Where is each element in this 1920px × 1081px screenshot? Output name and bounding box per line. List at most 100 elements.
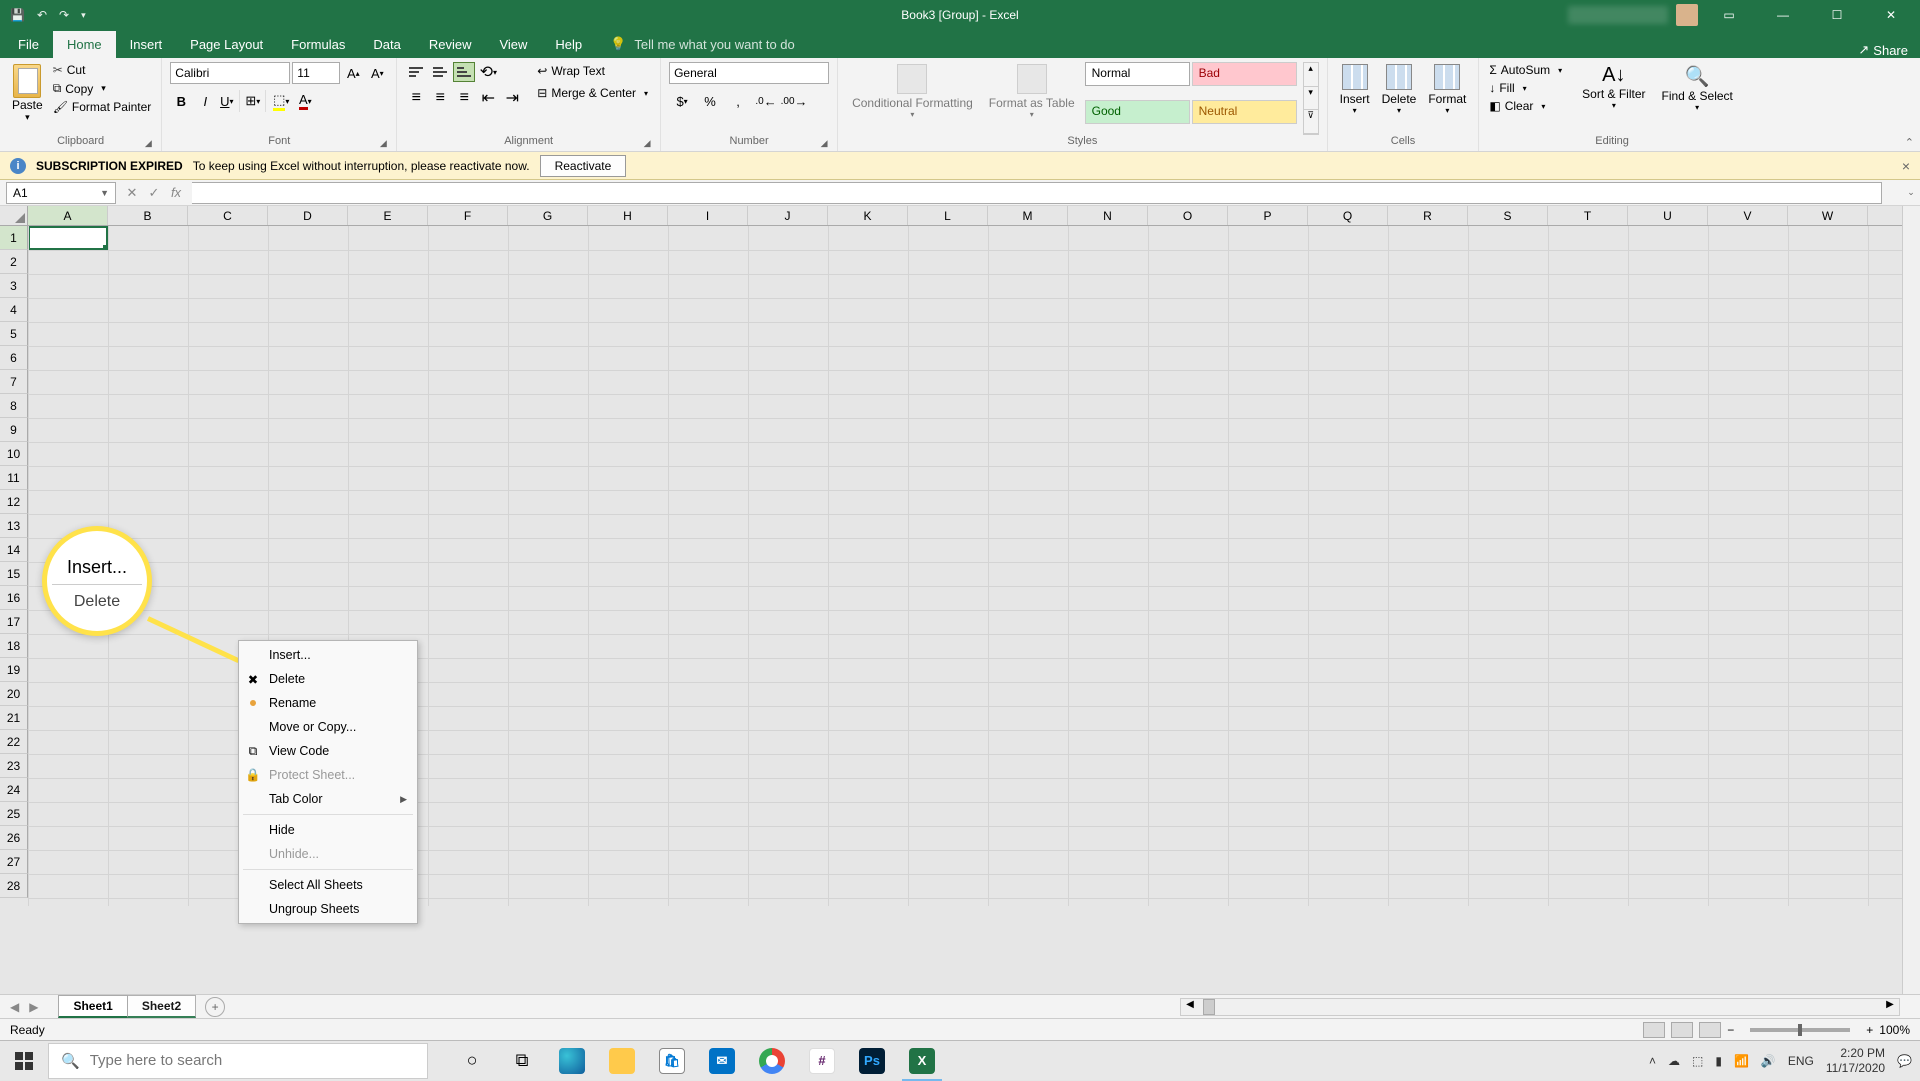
- subscription-close-icon[interactable]: ×: [1902, 158, 1910, 174]
- cm-rename[interactable]: Rename: [239, 691, 417, 715]
- conditional-formatting-button[interactable]: Conditional Formatting▾: [846, 62, 979, 135]
- wrap-text-button[interactable]: ↩Wrap Text: [533, 62, 652, 80]
- row-header-27[interactable]: 27: [0, 850, 28, 874]
- row-header-9[interactable]: 9: [0, 418, 28, 442]
- page-layout-view-button[interactable]: [1671, 1022, 1693, 1038]
- row-header-6[interactable]: 6: [0, 346, 28, 370]
- paste-button[interactable]: Paste ▾: [8, 62, 47, 135]
- col-header-B[interactable]: B: [108, 206, 188, 225]
- row-header-7[interactable]: 7: [0, 370, 28, 394]
- row-header-23[interactable]: 23: [0, 754, 28, 778]
- col-header-W[interactable]: W: [1788, 206, 1868, 225]
- fill-color-button[interactable]: ⬚▾: [270, 90, 292, 112]
- col-header-U[interactable]: U: [1628, 206, 1708, 225]
- tab-page-layout[interactable]: Page Layout: [176, 31, 277, 58]
- autosum-button[interactable]: ΣAutoSum▾: [1487, 62, 1564, 78]
- style-gallery-scroll[interactable]: ▴▾⊽: [1303, 62, 1319, 135]
- format-painter-button[interactable]: 🖌Format Painter: [51, 99, 154, 115]
- undo-icon[interactable]: ↶: [37, 8, 47, 22]
- col-header-N[interactable]: N: [1068, 206, 1148, 225]
- increase-decimal-button[interactable]: .0←: [753, 90, 779, 112]
- format-as-table-button[interactable]: Format as Table▾: [983, 62, 1081, 135]
- row-header-16[interactable]: 16: [0, 586, 28, 610]
- col-header-H[interactable]: H: [588, 206, 668, 225]
- row-header-3[interactable]: 3: [0, 274, 28, 298]
- volume-icon[interactable]: 🔊: [1761, 1054, 1776, 1068]
- align-center-button[interactable]: ≡: [429, 88, 451, 108]
- redo-icon[interactable]: ↷: [59, 8, 69, 22]
- photoshop-icon[interactable]: Ps: [848, 1041, 896, 1081]
- save-icon[interactable]: 💾: [10, 8, 25, 22]
- comma-format-button[interactable]: ,: [725, 90, 751, 112]
- new-sheet-button[interactable]: +: [205, 997, 225, 1017]
- maximize-button[interactable]: ☐: [1814, 0, 1860, 30]
- wifi-icon[interactable]: 📶: [1734, 1054, 1749, 1068]
- cm-tab-color[interactable]: Tab Color▶: [239, 787, 417, 811]
- page-break-view-button[interactable]: [1699, 1022, 1721, 1038]
- dropbox-icon[interactable]: ⬚: [1692, 1054, 1703, 1068]
- slack-icon[interactable]: #: [798, 1041, 846, 1081]
- row-header-12[interactable]: 12: [0, 490, 28, 514]
- expand-formula-bar-icon[interactable]: ⌄: [1902, 182, 1920, 204]
- formula-input[interactable]: [192, 182, 1882, 204]
- col-header-K[interactable]: K: [828, 206, 908, 225]
- border-button[interactable]: ⊞ ▾: [244, 90, 266, 112]
- style-neutral[interactable]: Neutral: [1192, 100, 1297, 124]
- col-header-R[interactable]: R: [1388, 206, 1468, 225]
- align-bottom-button[interactable]: [453, 62, 475, 82]
- cm-hide[interactable]: Hide: [239, 818, 417, 842]
- close-button[interactable]: ✕: [1868, 0, 1914, 30]
- row-header-20[interactable]: 20: [0, 682, 28, 706]
- reactivate-button[interactable]: Reactivate: [540, 155, 627, 177]
- style-bad[interactable]: Bad: [1192, 62, 1297, 86]
- row-header-10[interactable]: 10: [0, 442, 28, 466]
- cm-view-code[interactable]: ⧉View Code: [239, 739, 417, 763]
- zoom-in-button[interactable]: +: [1866, 1023, 1873, 1037]
- col-header-T[interactable]: T: [1548, 206, 1628, 225]
- ribbon-display-icon[interactable]: ▭: [1706, 0, 1752, 30]
- row-header-14[interactable]: 14: [0, 538, 28, 562]
- align-right-button[interactable]: ≡: [453, 88, 475, 108]
- cm-ungroup-sheets[interactable]: Ungroup Sheets: [239, 897, 417, 921]
- number-launcher-icon[interactable]: ◢: [819, 138, 829, 148]
- col-header-J[interactable]: J: [748, 206, 828, 225]
- sheet-tab-sheet1[interactable]: Sheet1: [58, 995, 127, 1018]
- row-header-11[interactable]: 11: [0, 466, 28, 490]
- row-header-28[interactable]: 28: [0, 874, 28, 898]
- col-header-P[interactable]: P: [1228, 206, 1308, 225]
- avatar[interactable]: [1676, 4, 1698, 26]
- cortana-icon[interactable]: ○: [448, 1041, 496, 1081]
- row-header-19[interactable]: 19: [0, 658, 28, 682]
- delete-cells-button[interactable]: Delete▾: [1378, 62, 1421, 135]
- insert-function-icon[interactable]: fx: [166, 185, 186, 201]
- col-header-L[interactable]: L: [908, 206, 988, 225]
- insert-cells-button[interactable]: Insert▾: [1336, 62, 1374, 135]
- col-header-M[interactable]: M: [988, 206, 1068, 225]
- col-header-G[interactable]: G: [508, 206, 588, 225]
- cut-button[interactable]: ✂Cut: [51, 62, 154, 78]
- mail-icon[interactable]: ✉: [698, 1041, 746, 1081]
- style-normal[interactable]: Normal: [1085, 62, 1190, 86]
- horizontal-scrollbar[interactable]: ◀▶: [1180, 998, 1900, 1016]
- row-header-24[interactable]: 24: [0, 778, 28, 802]
- clock[interactable]: 2:20 PM 11/17/2020: [1826, 1046, 1885, 1075]
- row-header-1[interactable]: 1: [0, 226, 28, 250]
- col-header-D[interactable]: D: [268, 206, 348, 225]
- cancel-formula-icon[interactable]: ✕: [122, 185, 142, 201]
- orientation-button[interactable]: ⟲▾: [477, 62, 499, 82]
- col-header-Q[interactable]: Q: [1308, 206, 1388, 225]
- font-color-button[interactable]: A▾: [294, 90, 316, 112]
- sort-filter-button[interactable]: A↓Sort & Filter▾: [1578, 62, 1649, 135]
- col-header-I[interactable]: I: [668, 206, 748, 225]
- row-header-17[interactable]: 17: [0, 610, 28, 634]
- chrome-icon[interactable]: [748, 1041, 796, 1081]
- format-cells-button[interactable]: Format▾: [1424, 62, 1470, 135]
- edge-icon[interactable]: [548, 1041, 596, 1081]
- zoom-slider[interactable]: [1750, 1028, 1850, 1032]
- row-header-21[interactable]: 21: [0, 706, 28, 730]
- col-header-C[interactable]: C: [188, 206, 268, 225]
- row-header-15[interactable]: 15: [0, 562, 28, 586]
- col-header-E[interactable]: E: [348, 206, 428, 225]
- increase-indent-button[interactable]: ⇥: [501, 88, 523, 108]
- italic-button[interactable]: I: [194, 90, 216, 112]
